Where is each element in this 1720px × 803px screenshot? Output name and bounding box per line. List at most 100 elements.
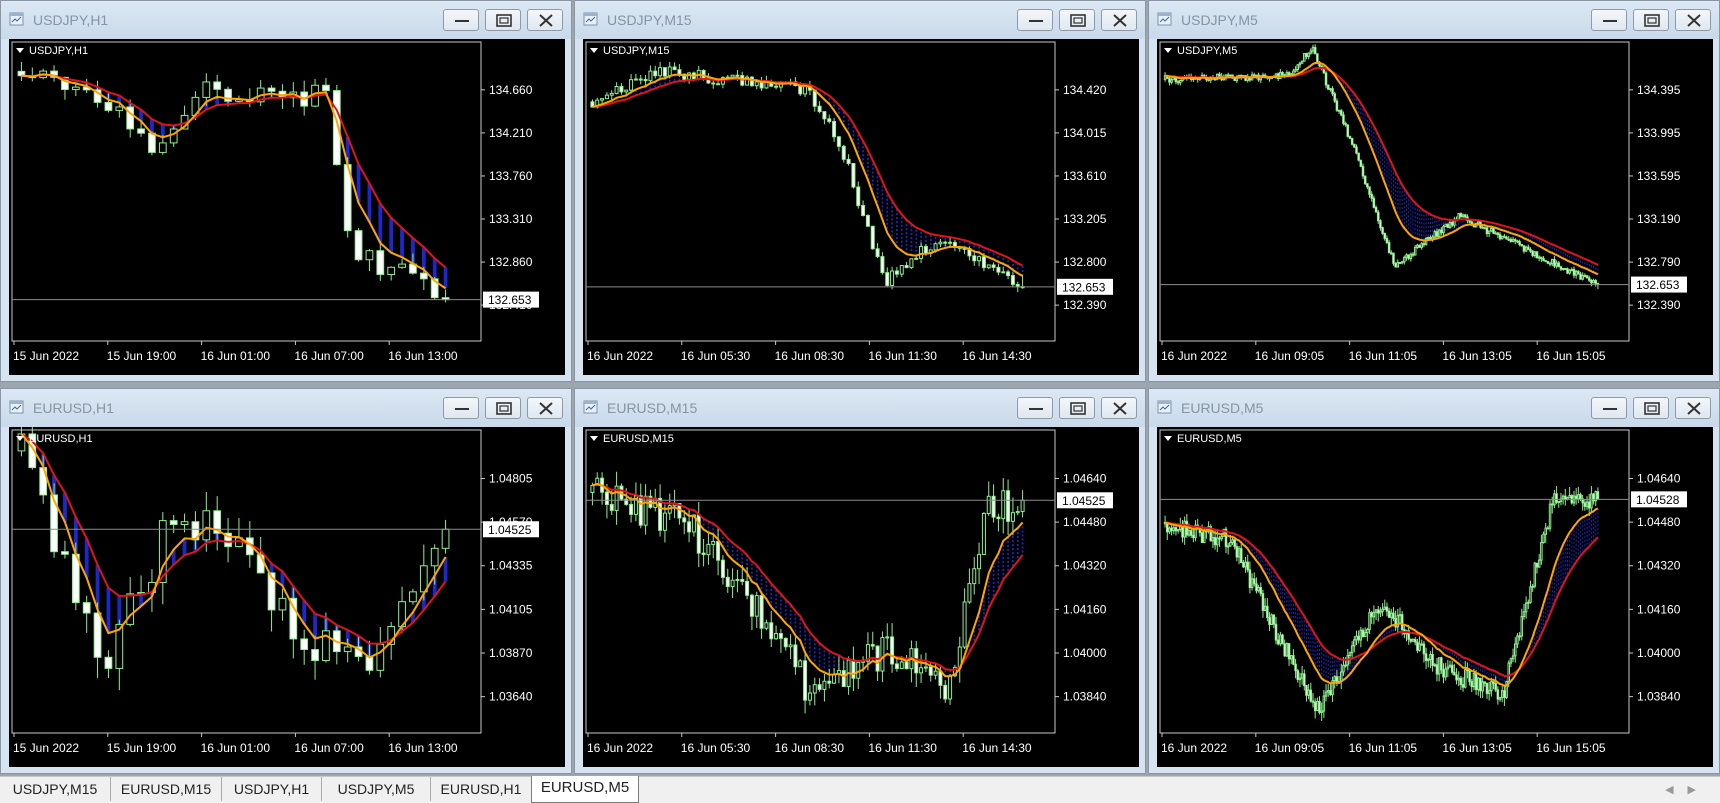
chart-area[interactable]: EURUSD,H11.048051.045701.043351.041051.0… xyxy=(9,427,565,767)
x-tick-label: 16 Jun 05:30 xyxy=(681,741,751,755)
minimize-button[interactable] xyxy=(443,9,479,31)
minimize-icon xyxy=(1029,20,1043,22)
current-price-label: 132.653 xyxy=(1062,280,1106,294)
y-tick-label: 1.04160 xyxy=(1637,602,1681,616)
x-tick-label: 16 Jun 11:30 xyxy=(868,741,937,755)
close-button[interactable] xyxy=(1101,397,1137,419)
candle xyxy=(1533,561,1537,589)
candle xyxy=(1446,223,1450,228)
candle xyxy=(1300,60,1304,64)
window-title-bar[interactable]: USDJPY,M5 xyxy=(1149,1,1719,39)
maximize-icon xyxy=(496,14,512,27)
y-tick-label: 133.310 xyxy=(489,212,533,226)
y-tick-label: 134.660 xyxy=(489,83,533,97)
chart-area[interactable]: EURUSD,M5 1.04640 1.04480 1.04320 1.04160 1.0… xyxy=(1157,427,1713,767)
candle xyxy=(1348,135,1352,139)
x-tick-label: 16 Jun 15:05 xyxy=(1536,741,1606,755)
chart-window-usdjpy-m5[interactable]: USDJPY,M5 USDJPY,M5 134.395 133.995 133.595 1… xyxy=(1148,0,1720,382)
chart-area[interactable]: EURUSD,M15 1.04640 1.04480 1.04320 1.04160 1.… xyxy=(583,427,1139,767)
y-tick-label: 1.03840 xyxy=(1063,690,1107,704)
window-title-bar[interactable]: EURUSD,H1 xyxy=(1,389,571,427)
maximize-icon xyxy=(1644,14,1660,27)
price-chart[interactable]: USDJPY,H1 134.660 134.210 133.760 133.310 132… xyxy=(9,39,565,375)
plot-frame xyxy=(1159,429,1630,734)
minimize-button[interactable] xyxy=(1591,397,1627,419)
close-icon xyxy=(1687,14,1701,27)
maximize-button[interactable] xyxy=(1633,397,1669,419)
y-tick-label: 132.860 xyxy=(489,255,533,269)
window-title-bar[interactable]: USDJPY,H1 xyxy=(1,1,571,39)
x-tick-label: 16 Jun 11:05 xyxy=(1349,349,1418,363)
candle xyxy=(1285,642,1289,658)
close-button[interactable] xyxy=(1675,9,1711,31)
y-tick-label: 132.800 xyxy=(1063,255,1107,269)
candle xyxy=(1444,223,1447,227)
x-tick-label: 16 Jun 14:30 xyxy=(962,349,1032,363)
minimize-button[interactable] xyxy=(1017,397,1053,419)
x-tick-label: 16 Jun 15:05 xyxy=(1536,349,1606,363)
window-title: USDJPY,H1 xyxy=(33,12,109,28)
y-tick-label: 1.03840 xyxy=(1637,690,1681,704)
chart-area[interactable]: USDJPY,M15 134.420 134.015 133.610 133.205 13… xyxy=(583,39,1139,375)
tab-eurusd-m5[interactable]: EURUSD,M5 xyxy=(531,776,639,803)
candle xyxy=(1500,235,1504,240)
y-tick-label: 133.760 xyxy=(489,169,533,183)
candle xyxy=(1229,74,1232,77)
candle xyxy=(841,144,846,163)
price-chart[interactable]: EURUSD,H11.048051.045701.043351.041051.0… xyxy=(9,427,565,767)
chart-area[interactable]: USDJPY,H1 134.660 134.210 133.760 133.310 132… xyxy=(9,39,565,375)
maximize-button[interactable] xyxy=(485,397,521,419)
x-tick-label: 16 Jun 07:00 xyxy=(294,349,364,363)
window-title-bar[interactable]: USDJPY,M15 xyxy=(575,1,1145,39)
maximize-button[interactable] xyxy=(1059,9,1095,31)
plot-frame xyxy=(11,41,482,342)
chart-window-usdjpy-h1[interactable]: USDJPY,H1 USDJPY,H1 134.660 134.210 133.760 1… xyxy=(0,0,572,382)
x-tick-label: 16 Jun 08:30 xyxy=(775,741,845,755)
minimize-button[interactable] xyxy=(1017,9,1053,31)
minimize-button[interactable] xyxy=(443,397,479,419)
price-chart[interactable]: USDJPY,M5 134.395 133.995 133.595 133.190 132… xyxy=(1157,39,1713,375)
candle xyxy=(981,512,986,556)
candle xyxy=(1316,53,1319,64)
tab-eurusd-m15[interactable]: EURUSD,M15 xyxy=(111,777,222,801)
x-tick-label: 15 Jun 2022 xyxy=(13,349,79,363)
x-tick-label: 16 Jun 2022 xyxy=(1161,349,1227,363)
maximize-button[interactable] xyxy=(1633,9,1669,31)
close-button[interactable] xyxy=(527,397,563,419)
minimize-icon xyxy=(1029,408,1043,410)
candle xyxy=(851,162,856,189)
close-button[interactable] xyxy=(1101,9,1137,31)
y-tick-label: 1.04480 xyxy=(1063,515,1107,529)
chart-window-usdjpy-m15[interactable]: USDJPY,M15 USDJPY,M15 134.420 134.015 133.61… xyxy=(574,0,1146,382)
chart-window-eurusd-m15[interactable]: EURUSD,M15 EURUSD,M15 1.04640 1.04480 1.0432… xyxy=(574,388,1146,774)
chart-window-eurusd-m5[interactable]: EURUSD,M5 EURUSD,M5 1.04640 1.04480 1.04320 1… xyxy=(1148,388,1720,774)
maximize-button[interactable] xyxy=(485,9,521,31)
price-chart[interactable]: USDJPY,M15 134.420 134.015 133.610 133.205 13… xyxy=(583,39,1139,375)
tab-scroll-arrows[interactable]: ◀▶ xyxy=(1665,783,1710,796)
tab-usdjpy-h1[interactable]: USDJPY,H1 xyxy=(222,777,322,801)
chart-window-eurusd-h1[interactable]: EURUSD,H1EURUSD,H11.048051.045701.043351… xyxy=(0,388,572,774)
close-icon xyxy=(1113,14,1127,27)
maximize-button[interactable] xyxy=(1059,397,1095,419)
y-tick-label: 133.595 xyxy=(1637,169,1681,183)
chart-area[interactable]: USDJPY,M5 134.395 133.995 133.595 133.190 132… xyxy=(1157,39,1713,375)
candle xyxy=(1577,270,1580,275)
candle xyxy=(1333,91,1336,103)
candle xyxy=(1433,229,1437,239)
tab-usdjpy-m5[interactable]: USDJPY,M5 xyxy=(322,777,431,801)
tab-eurusd-h1[interactable]: EURUSD,H1 xyxy=(431,777,532,801)
tab-usdjpy-m15[interactable]: USDJPY,M15 xyxy=(0,777,111,801)
window-title-bar[interactable]: EURUSD,M5 xyxy=(1149,389,1719,427)
candle xyxy=(354,228,363,262)
minimize-button[interactable] xyxy=(1591,9,1627,31)
maximize-icon xyxy=(1644,402,1660,415)
close-button[interactable] xyxy=(1675,397,1711,419)
close-button[interactable] xyxy=(527,9,563,31)
x-tick-label: 16 Jun 01:00 xyxy=(201,741,271,755)
candle xyxy=(1357,152,1360,162)
price-chart[interactable]: EURUSD,M15 1.04640 1.04480 1.04320 1.04160 1.… xyxy=(583,427,1139,767)
window-title-bar[interactable]: EURUSD,M15 xyxy=(575,389,1145,427)
price-chart[interactable]: EURUSD,M5 1.04640 1.04480 1.04320 1.04160 1.0… xyxy=(1157,427,1713,767)
candle xyxy=(1418,244,1421,248)
close-icon xyxy=(539,14,553,27)
